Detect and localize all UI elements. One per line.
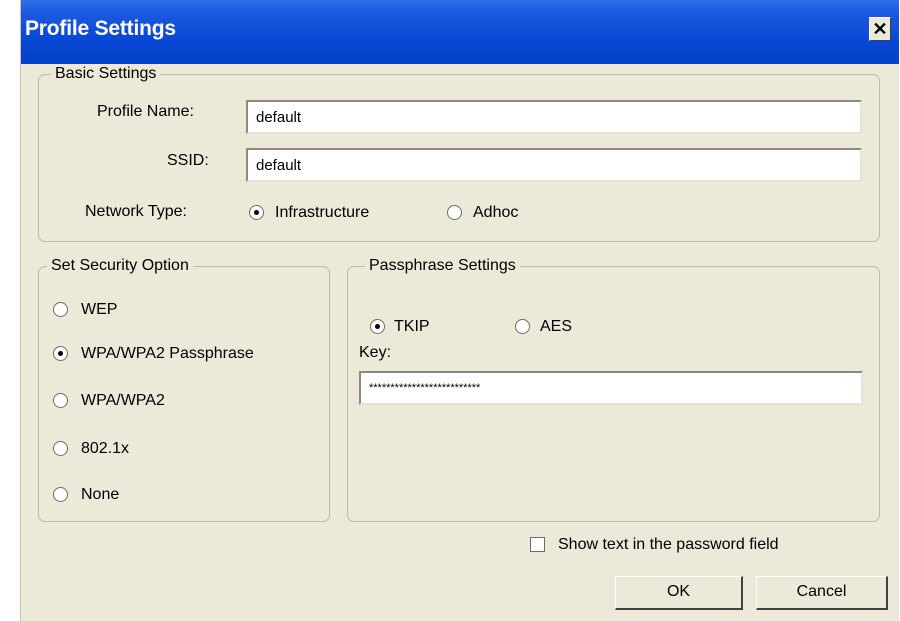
title-bar[interactable]: Profile Settings ✕ xyxy=(21,0,899,64)
infrastructure-radio[interactable] xyxy=(249,205,264,220)
basic-settings-group: Basic Settings Profile Name: SSID: Netwo… xyxy=(38,65,880,242)
aes-label[interactable]: AES xyxy=(540,318,572,336)
close-icon: ✕ xyxy=(872,19,888,39)
wep-label[interactable]: WEP xyxy=(81,301,117,319)
tkip-radio[interactable] xyxy=(370,319,385,334)
wpa-passphrase-label[interactable]: WPA/WPA2 Passphrase xyxy=(81,345,254,363)
profile-name-input[interactable] xyxy=(246,100,862,134)
none-label[interactable]: None xyxy=(81,486,119,504)
cancel-button[interactable]: Cancel xyxy=(756,576,888,610)
profile-name-label: Profile Name: xyxy=(97,103,194,120)
show-text-checkbox[interactable] xyxy=(530,537,545,552)
wpa-passphrase-radio[interactable] xyxy=(53,346,68,361)
close-button[interactable]: ✕ xyxy=(869,17,891,41)
ssid-input[interactable] xyxy=(246,148,862,182)
profile-settings-dialog: Profile Settings ✕ Basic Settings Profil… xyxy=(20,0,899,621)
passphrase-settings-legend: Passphrase Settings xyxy=(365,257,520,275)
basic-settings-legend: Basic Settings xyxy=(51,65,161,83)
wpa-radio[interactable] xyxy=(53,393,68,408)
tkip-label[interactable]: TKIP xyxy=(394,318,430,336)
ok-button[interactable]: OK xyxy=(615,576,743,610)
none-radio[interactable] xyxy=(53,487,68,502)
infrastructure-label[interactable]: Infrastructure xyxy=(275,204,369,222)
security-option-group: Set Security Option WEP WPA/WPA2 Passphr… xyxy=(38,257,330,522)
show-text-label[interactable]: Show text in the password field xyxy=(558,536,779,554)
passphrase-settings-group: Passphrase Settings TKIP AES Key: xyxy=(347,257,880,522)
adhoc-radio[interactable] xyxy=(447,205,462,220)
adhoc-label[interactable]: Adhoc xyxy=(473,204,518,222)
security-option-legend: Set Security Option xyxy=(47,257,193,275)
wpa-label[interactable]: WPA/WPA2 xyxy=(81,392,165,410)
network-type-label: Network Type: xyxy=(85,203,187,220)
ssid-label: SSID: xyxy=(167,152,209,169)
dialog-title: Profile Settings xyxy=(25,17,176,40)
key-label: Key: xyxy=(359,344,392,361)
8021x-label[interactable]: 802.1x xyxy=(81,440,129,458)
wep-radio[interactable] xyxy=(53,302,68,317)
aes-radio[interactable] xyxy=(515,319,530,334)
8021x-radio[interactable] xyxy=(53,441,68,456)
key-input[interactable] xyxy=(359,371,863,405)
